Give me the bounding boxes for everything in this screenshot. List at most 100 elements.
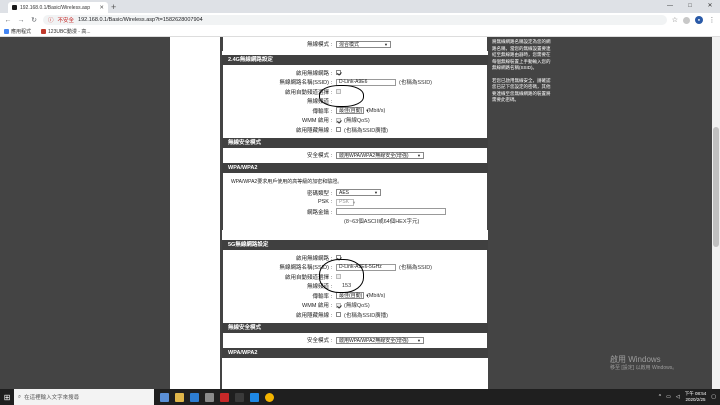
tab-strip: 192.168.0.1/Basic/Wireless.asp ✕ + — □ ✕ (0, 0, 720, 13)
windows-activation-watermark: 啟用 Windows 移至 [設定] 以啟用 Windows。 (610, 355, 678, 371)
band5-section: 啟用無線網路 : 無線網路名稱(SSID) : D-Link-A9E6-5GHz… (222, 250, 488, 323)
band5-wmm-label: WMM 啟用 : (302, 303, 332, 310)
tray-chevron-icon[interactable]: ^ (659, 394, 661, 400)
band24-wmm-label: WMM 啟用 : (302, 118, 332, 125)
url-text: 192.168.0.1/Basic/Wireless.asp?t=1582628… (78, 17, 203, 23)
menu-dots-icon[interactable]: ⋮ (708, 16, 716, 24)
dlink-favicon-icon (12, 5, 17, 10)
apps-grid-icon (4, 29, 9, 34)
scrollbar-thumb[interactable] (713, 127, 719, 247)
band24-enable-label: 啟用無線網路 : (295, 70, 332, 77)
edge-icon[interactable] (190, 392, 199, 402)
store-icon[interactable] (205, 392, 214, 402)
volume-icon[interactable]: ◁ (676, 394, 680, 400)
router-page: 無線模式 : 混合模式 ▼ 2.4G無線網路設定 啟用無線網路 : 無線網路名稱(… (0, 37, 712, 389)
app-icon[interactable] (220, 392, 229, 402)
chevron-down-icon: ▼ (417, 152, 421, 158)
notification-icon[interactable]: ▢ (711, 394, 716, 400)
annotation-circle (319, 85, 364, 107)
band24-enable-checkbox[interactable] (336, 70, 341, 76)
bookmark-star-icon[interactable]: ☆ (672, 16, 678, 24)
wireless-mode-select[interactable]: 混合模式 ▼ (336, 40, 391, 48)
new-tab-button[interactable]: + (111, 2, 116, 12)
band24-section: 啟用無線網路 : 無線網路名稱(SSID) : D-Link-A9E6 (也稱為… (222, 65, 488, 138)
minimize-button[interactable]: — (660, 0, 680, 13)
wpa-psk-select[interactable]: PSK ▼ (336, 198, 356, 206)
search-icon: ⌕ (18, 393, 22, 400)
wpa-cipher-label: 密碼類型 : (306, 190, 332, 197)
security2-mode-select[interactable]: 啟用WPA/WPA2無線安全(增強) ▼ (336, 336, 424, 344)
band24-hidden-label: 啟用隱藏無線 : (295, 127, 332, 134)
band24-wmm-note: (無線QoS) (344, 118, 370, 125)
taskbar-clock[interactable]: 下午 08:54 2020/2/25 (685, 391, 707, 403)
help-text-security: 若您已啟用無線安全，請確認您已記下您設定的密碼，其他要連線至您無線網路的裝置將需… (492, 77, 551, 103)
band5-rate-select[interactable]: 最佳(自動) ▼ (336, 292, 369, 300)
browser-toolbar: ← → ↻ ⓘ 不安全 192.168.0.1/Basic/Wireless.a… (0, 13, 720, 27)
band24-hidden-note: (也稱為SSID廣播) (344, 127, 389, 134)
bookmark-apps[interactable]: 應用程式 (4, 28, 31, 35)
band24-wmm-checkbox[interactable] (336, 117, 341, 123)
windows-start-icon[interactable]: ⊞ (0, 389, 14, 405)
bookmark-anime[interactable]: 123UBC動漫 - 高... (41, 28, 91, 35)
wpa-psk-label: PSK : (317, 199, 332, 206)
system-tray: ^ ▭ ◁ 下午 08:54 2020/2/25 ▢ (659, 391, 720, 403)
band5-wmm-note: (無線QoS) (344, 303, 370, 310)
reload-icon[interactable]: ↻ (30, 16, 38, 24)
band5-ssid-note: (也稱為SSID) (399, 265, 433, 272)
security1-mode-label: 安全模式 : (306, 153, 332, 160)
band5-header: 5G無線網路設定 (222, 240, 488, 250)
file-explorer-icon[interactable] (175, 392, 184, 402)
not-secure-icon: ⓘ (48, 18, 54, 24)
chevron-down-icon: ▼ (384, 41, 388, 47)
network-icon[interactable]: ▭ (666, 394, 671, 400)
site-favicon-icon (41, 29, 47, 34)
taskbar-apps (154, 392, 274, 402)
security2-mode-label: 安全模式 : (306, 338, 332, 345)
security-label: 不安全 (57, 18, 75, 24)
band5-hidden-checkbox[interactable] (336, 312, 341, 318)
band24-rate-select[interactable]: 最佳(自動) ▼ (336, 107, 369, 115)
band5-hidden-note: (也稱為SSID廣播) (344, 312, 389, 319)
wireless-mode-label: 無線模式 : (306, 42, 332, 48)
chrome-icon[interactable] (265, 392, 274, 402)
wireless-settings-form: 無線模式 : 混合模式 ▼ 2.4G無線網路設定 啟用無線網路 : 無線網路名稱(… (222, 37, 488, 389)
band24-ssid-label: 無線網路名稱(SSID) : (279, 80, 332, 87)
chevron-down-icon: ▼ (352, 199, 356, 205)
forward-arrow-icon[interactable]: → (17, 17, 25, 24)
browser-tab[interactable]: 192.168.0.1/Basic/Wireless.asp ✕ (8, 2, 108, 13)
address-bar[interactable]: ⓘ 不安全 192.168.0.1/Basic/Wireless.asp?t=1… (43, 15, 667, 25)
band24-rate-unit: (Mbit/s) (367, 107, 386, 114)
help-text-ssid: 將無線網路名稱設定為您的網路名稱，當您的無線設置要連結至無線路由器時，您需要在每… (492, 39, 551, 70)
help-column: 將無線網路名稱設定為您的網路名稱，當您的無線設置要連結至無線路由器時，您需要在每… (489, 37, 556, 389)
back-arrow-icon[interactable]: ← (4, 17, 12, 24)
app-icon[interactable] (250, 392, 259, 402)
windows-taskbar: ⊞ ⌕ 在這裡輸入文字來搜尋 ^ ▭ ◁ 下午 08:54 2020/2/25 … (0, 389, 720, 405)
band5-hidden-label: 啟用隱藏無線 : (295, 312, 332, 319)
security2-header: 無線安全模式 (222, 322, 488, 333)
chevron-down-icon: ▼ (374, 190, 378, 196)
app-icon[interactable] (235, 392, 244, 402)
close-tab-icon[interactable]: ✕ (99, 5, 104, 11)
close-window-button[interactable]: ✕ (700, 0, 720, 13)
wpa-cipher-select[interactable]: AES ▼ (336, 189, 381, 197)
wpa-header: WPA/WPA2 (222, 163, 488, 173)
extension-icon[interactable] (683, 16, 690, 24)
taskbar-search[interactable]: ⌕ 在這裡輸入文字來搜尋 (14, 389, 154, 405)
chevron-down-icon: ▼ (417, 337, 421, 343)
task-view-icon[interactable] (160, 392, 169, 402)
wpa-key-label: 網路金鑰 : (306, 209, 332, 216)
band5-wmm-checkbox[interactable] (336, 302, 341, 308)
annotation-circle (319, 259, 364, 293)
page-scrollbar[interactable] (712, 37, 720, 389)
security1-mode-select[interactable]: 啟用WPA/WPA2無線安全(增強) ▼ (336, 151, 424, 159)
band24-ssid-note: (也稱為SSID) (399, 80, 433, 87)
maximize-button[interactable]: □ (680, 0, 700, 13)
band24-header: 2.4G無線網路設定 (222, 55, 488, 65)
band5-rate-unit: (Mbit/s) (367, 292, 386, 299)
wpa-description: WPA/WPA2要求用戶使用的高等級的加密和驗證。 (231, 179, 343, 185)
wpa-key-input[interactable] (336, 208, 446, 216)
tab-title: 192.168.0.1/Basic/Wireless.asp (20, 4, 91, 11)
profile-avatar[interactable]: ● (695, 16, 703, 24)
band24-hidden-checkbox[interactable] (336, 127, 341, 133)
wpa2-header: WPA/WPA2 (222, 348, 488, 358)
